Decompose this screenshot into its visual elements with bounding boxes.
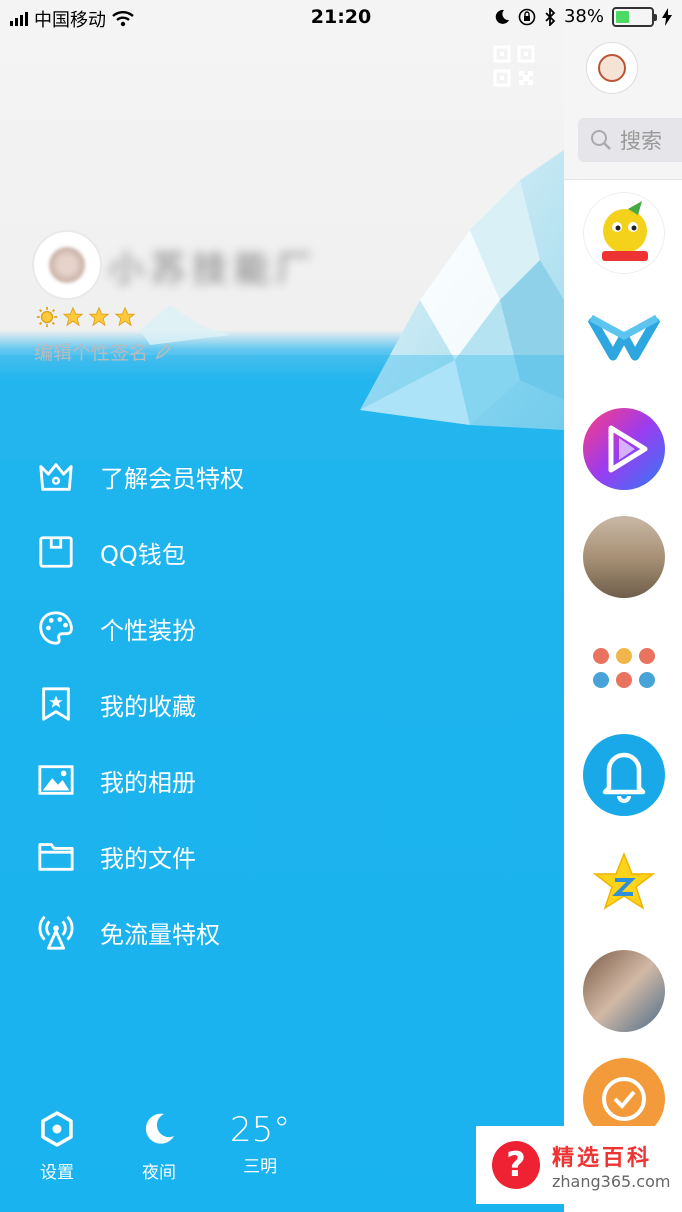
signature-edit[interactable]: 编辑个性签名 (34, 338, 172, 365)
contact-avatar-mail[interactable] (583, 300, 665, 382)
menu-item-albums[interactable]: 我的相册 (36, 742, 244, 818)
status-bar: 中国移动 21:20 38% (0, 0, 682, 34)
signature-text: 编辑个性签名 (34, 342, 149, 364)
star-level-icon (114, 306, 136, 327)
bluetooth-icon (545, 7, 556, 26)
moon-dnd-icon (495, 9, 509, 24)
search-box[interactable]: 搜索 (578, 118, 682, 162)
menu-item-label: 我的相册 (100, 768, 196, 797)
watermark-title: 精选百科 (552, 1145, 653, 1171)
iceberg-background-image (0, 150, 564, 460)
bell-icon (602, 752, 646, 803)
city-name: 三明 (243, 1157, 278, 1177)
rotation-lock-icon (518, 8, 536, 25)
night-mode-button[interactable]: 夜间 (140, 1110, 178, 1183)
contact-avatar-sogou[interactable] (583, 192, 665, 274)
user-avatar[interactable] (34, 232, 100, 298)
search-icon (591, 130, 611, 150)
pencil-icon (155, 343, 172, 359)
star-level-icon (62, 306, 84, 327)
question-mark-logo-icon: ? (492, 1141, 540, 1189)
contact-avatar-photo-desert[interactable] (583, 516, 665, 598)
crown-icon (36, 456, 76, 496)
menu-item-vip-privileges[interactable]: 了解会员特权 (36, 438, 244, 514)
night-mode-label: 夜间 (142, 1163, 176, 1183)
folder-icon (36, 836, 76, 876)
search-placeholder: 搜索 (620, 129, 662, 153)
hexagon-settings-icon (41, 1111, 73, 1147)
signal-tower-icon (36, 912, 76, 952)
sun-level-icon (36, 306, 58, 328)
settings-button[interactable]: 设置 (38, 1110, 76, 1183)
menu-item-label: QQ钱包 (100, 540, 186, 569)
menu-item-label: 免流量特权 (100, 920, 220, 949)
side-drawer: 小苏技能厂 编辑个性签名 了解会员特权 QQ钱包 个性装扮 我的收藏 我的相册 … (0, 0, 564, 1212)
settings-label: 设置 (40, 1163, 74, 1183)
menu-item-label: 了解会员特权 (100, 464, 244, 493)
sogou-mascot-icon (602, 201, 648, 261)
contact-avatar-team[interactable] (583, 624, 665, 706)
photo-icon (36, 760, 76, 800)
menu-item-favorites[interactable]: 我的收藏 (36, 666, 244, 742)
palette-icon (36, 608, 76, 648)
moon-icon (145, 1113, 174, 1144)
m-logo-icon (587, 314, 661, 361)
play-icon (608, 425, 648, 473)
wallet-icon (36, 532, 76, 572)
drawer-menu: 了解会员特权 QQ钱包 个性装扮 我的收藏 我的相册 我的文件 免流量特权 (36, 438, 244, 970)
contact-avatar-photo-girl[interactable] (583, 950, 665, 1032)
watermark-url: zhang365.com (552, 1171, 671, 1191)
star-level-icon (88, 306, 110, 327)
menu-item-personalize[interactable]: 个性装扮 (36, 590, 244, 666)
qzone-star-icon (592, 851, 656, 910)
menu-item-label: 个性装扮 (100, 616, 196, 645)
battery-icon (612, 6, 657, 27)
contact-avatar-video[interactable] (583, 408, 665, 490)
peek-user-avatar[interactable] (586, 42, 638, 94)
weather-widget[interactable]: 25° 三明 (230, 1110, 290, 1177)
level-stars[interactable] (36, 306, 136, 328)
menu-item-label: 我的文件 (100, 844, 196, 873)
menu-item-free-data[interactable]: 免流量特权 (36, 894, 244, 970)
menu-item-label: 我的收藏 (100, 692, 196, 721)
contact-avatar-qzone[interactable] (583, 842, 665, 924)
bookmark-star-icon (36, 684, 76, 724)
main-screen-peek[interactable]: 搜索 (564, 0, 682, 1212)
temperature: 25° (230, 1110, 291, 1150)
team-faces-icon (593, 648, 655, 688)
qr-code-icon[interactable] (493, 45, 535, 87)
contact-avatar-notifications[interactable] (583, 734, 665, 816)
menu-item-files[interactable]: 我的文件 (36, 818, 244, 894)
battery-percent: 38% (563, 6, 604, 27)
charging-bolt-icon (662, 7, 672, 26)
site-watermark: ? 精选百科 zhang365.com (476, 1126, 682, 1204)
user-nickname[interactable]: 小苏技能厂 (108, 240, 318, 292)
menu-item-qq-wallet[interactable]: QQ钱包 (36, 514, 244, 590)
